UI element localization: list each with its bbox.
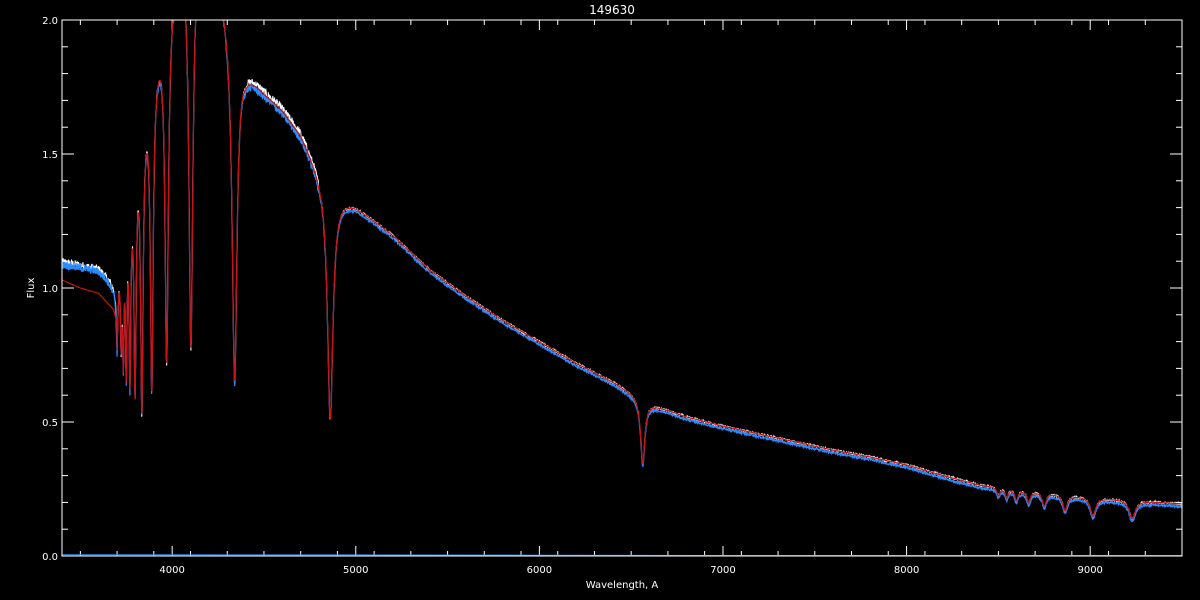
- tick-labels: 4000 5000 6000 7000 8000 9000 0.0 0.5 1.0 1.5 2.0: [42, 16, 1103, 576]
- plot-frame: [61, 19, 1183, 557]
- baseline-line: [62, 554, 1182, 556]
- x-tick-label: 4000: [159, 565, 184, 576]
- x-tick-label: 6000: [527, 565, 552, 576]
- y-tick-label: 0.5: [42, 418, 58, 429]
- series-group: [62, 20, 1182, 556]
- x-tick-label: 9000: [1077, 565, 1102, 576]
- axis-ticks: [62, 19, 1183, 557]
- x-tick-label: 7000: [710, 565, 735, 576]
- observed-spectrum-blue-line: [62, 20, 1182, 523]
- x-axis-label: Wavelength, A: [586, 580, 659, 591]
- y-tick-label: 0.0: [42, 552, 58, 563]
- model-spectrum-line: [62, 20, 1182, 520]
- y-tick-label: 1.0: [42, 284, 58, 295]
- chart-title: 149630: [589, 3, 635, 17]
- y-tick-label: 2.0: [42, 16, 58, 27]
- x-tick-label: 5000: [343, 565, 368, 576]
- spectrum-chart: 149630 Flux Wavelength, A 4000 5000 6000 70…: [26, 3, 1183, 591]
- x-tick-label: 8000: [894, 565, 919, 576]
- y-axis-label: Flux: [26, 278, 37, 299]
- y-tick-label: 1.5: [42, 150, 58, 161]
- observed-spectrum-line: [62, 20, 1182, 521]
